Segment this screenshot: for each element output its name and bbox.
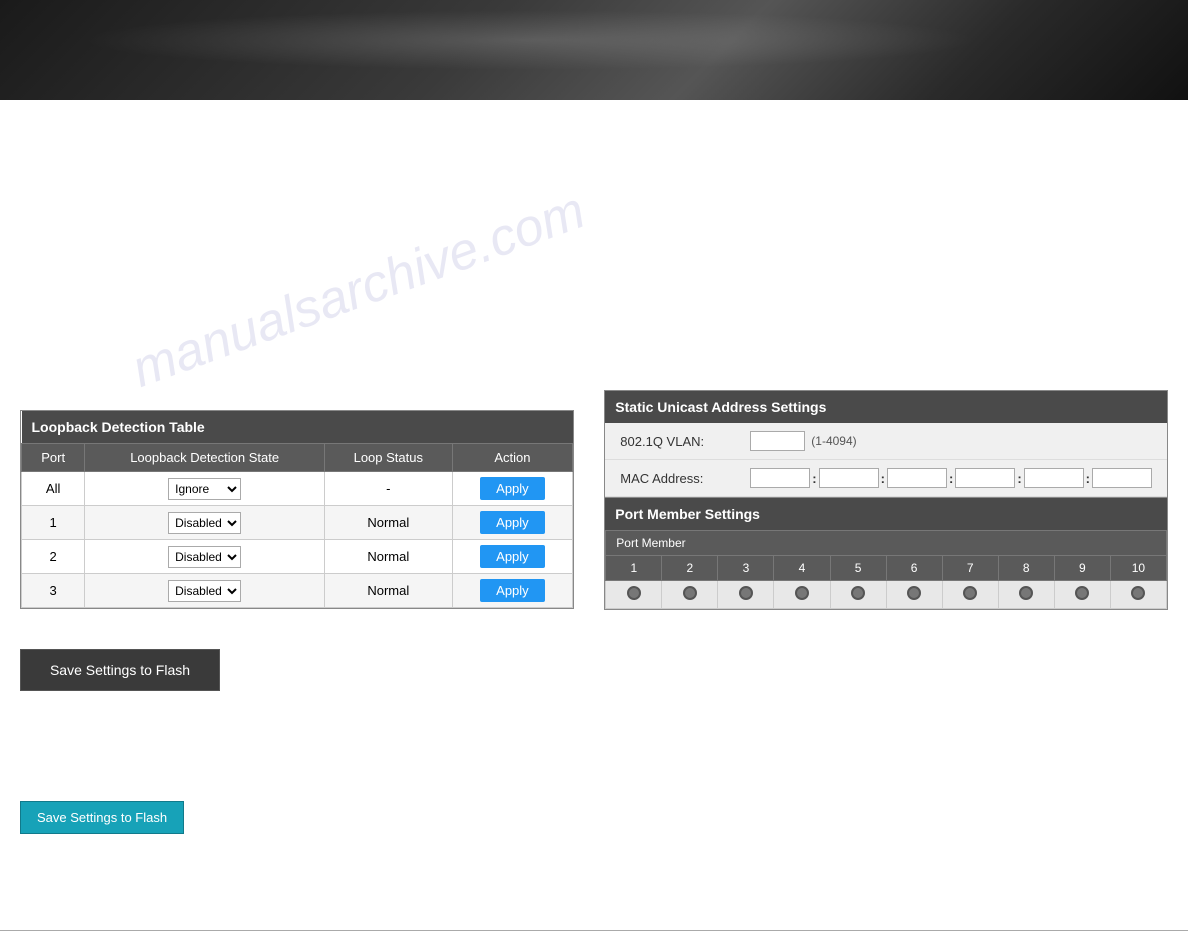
port-col-3: 3 (718, 556, 774, 581)
apply-button-0[interactable]: Apply (480, 477, 545, 500)
col-action: Action (452, 444, 573, 472)
col-port: Port (22, 444, 85, 472)
loop-status-2: Normal (325, 540, 453, 574)
vlan-row: 802.1Q VLAN: (1-4094) (605, 423, 1167, 460)
port-col-8: 8 (998, 556, 1054, 581)
action-cell-2: Apply (452, 540, 573, 574)
mac-sep-5: : (1086, 471, 1090, 486)
loopback-state-select-0[interactable]: IgnoreDisabledEnabled (168, 478, 241, 500)
port-col-1: 1 (606, 556, 662, 581)
loopback-state-cell-2: DisabledEnabled (85, 540, 325, 574)
vlan-hint: (1-4094) (811, 434, 856, 448)
mac-octet-4[interactable] (955, 468, 1015, 488)
port-col-7: 7 (942, 556, 998, 581)
mac-sep-4: : (1017, 471, 1021, 486)
loopback-port-3: 3 (22, 574, 85, 608)
port-radio-2[interactable] (683, 586, 697, 600)
port-col-4: 4 (774, 556, 830, 581)
loopback-state-cell-1: DisabledEnabled (85, 506, 325, 540)
port-radio-cell-6[interactable] (886, 581, 942, 609)
port-radio-cell-3[interactable] (718, 581, 774, 609)
loopback-state-cell-0: IgnoreDisabledEnabled (85, 472, 325, 506)
save-settings-blue-button[interactable]: Save Settings to Flash (20, 801, 184, 834)
action-cell-0: Apply (452, 472, 573, 506)
loop-status-1: Normal (325, 506, 453, 540)
loopback-detection-table: Loopback Detection Table Port Loopback D… (20, 410, 574, 609)
port-radio-5[interactable] (851, 586, 865, 600)
port-radio-cell-9[interactable] (1054, 581, 1110, 609)
port-radio-8[interactable] (1019, 586, 1033, 600)
right-panel: Static Unicast Address Settings 802.1Q V… (594, 110, 1168, 890)
mac-label: MAC Address: (620, 471, 750, 486)
loopback-port-2: 2 (22, 540, 85, 574)
port-radio-3[interactable] (739, 586, 753, 600)
vlan-input[interactable] (750, 431, 805, 451)
port-col-2: 2 (662, 556, 718, 581)
mac-octet-2[interactable] (819, 468, 879, 488)
mac-field: : : : : : (750, 468, 1152, 488)
port-radio-cell-4[interactable] (774, 581, 830, 609)
port-radio-4[interactable] (795, 586, 809, 600)
mac-octet-5[interactable] (1024, 468, 1084, 488)
mac-octet-3[interactable] (887, 468, 947, 488)
mac-row: MAC Address: : : : : : (605, 460, 1167, 497)
port-radio-cell-1[interactable] (606, 581, 662, 609)
loop-status-3: Normal (325, 574, 453, 608)
loopback-state-select-2[interactable]: DisabledEnabled (168, 546, 241, 568)
vlan-label: 802.1Q VLAN: (620, 434, 750, 449)
port-member-settings: Port Member Settings Port Member 1234567… (604, 498, 1168, 610)
loopback-state-cell-3: DisabledEnabled (85, 574, 325, 608)
port-radio-cell-2[interactable] (662, 581, 718, 609)
port-radio-1[interactable] (627, 586, 641, 600)
port-radio-6[interactable] (907, 586, 921, 600)
port-col-9: 9 (1054, 556, 1110, 581)
watermark: manualsarchive.com (124, 180, 593, 399)
apply-button-2[interactable]: Apply (480, 545, 545, 568)
port-radio-cell-5[interactable] (830, 581, 886, 609)
action-cell-1: Apply (452, 506, 573, 540)
header-banner (0, 0, 1188, 100)
port-radio-cell-10[interactable] (1110, 581, 1166, 609)
port-member-title: Port Member Settings (605, 498, 1167, 530)
loopback-port-0: All (22, 472, 85, 506)
loop-status-0: - (325, 472, 453, 506)
loopback-state-select-3[interactable]: DisabledEnabled (168, 580, 241, 602)
apply-button-1[interactable]: Apply (480, 511, 545, 534)
port-radio-10[interactable] (1131, 586, 1145, 600)
apply-button-3[interactable]: Apply (480, 579, 545, 602)
col-loopback-state: Loopback Detection State (85, 444, 325, 472)
mac-octet-1[interactable] (750, 468, 810, 488)
port-radio-cell-8[interactable] (998, 581, 1054, 609)
port-radio-7[interactable] (963, 586, 977, 600)
port-col-5: 5 (830, 556, 886, 581)
static-unicast-settings: Static Unicast Address Settings 802.1Q V… (604, 390, 1168, 498)
port-member-label: Port Member (606, 531, 1167, 556)
loopback-port-1: 1 (22, 506, 85, 540)
mac-octet-6[interactable] (1092, 468, 1152, 488)
port-col-6: 6 (886, 556, 942, 581)
port-col-10: 10 (1110, 556, 1166, 581)
port-radio-cell-7[interactable] (942, 581, 998, 609)
col-loop-status: Loop Status (325, 444, 453, 472)
static-unicast-title: Static Unicast Address Settings (605, 391, 1167, 423)
mac-sep-1: : (812, 471, 816, 486)
mac-sep-2: : (881, 471, 885, 486)
port-member-table: Port Member 12345678910 (605, 530, 1167, 609)
save-settings-dark-button[interactable]: Save Settings to Flash (20, 649, 220, 691)
loopback-table-title: Loopback Detection Table (22, 411, 573, 444)
loopback-state-select-1[interactable]: DisabledEnabled (168, 512, 241, 534)
action-cell-3: Apply (452, 574, 573, 608)
left-panel: manualsarchive.com Loopback Detection Ta… (20, 110, 594, 890)
mac-sep-3: : (949, 471, 953, 486)
port-radio-9[interactable] (1075, 586, 1089, 600)
